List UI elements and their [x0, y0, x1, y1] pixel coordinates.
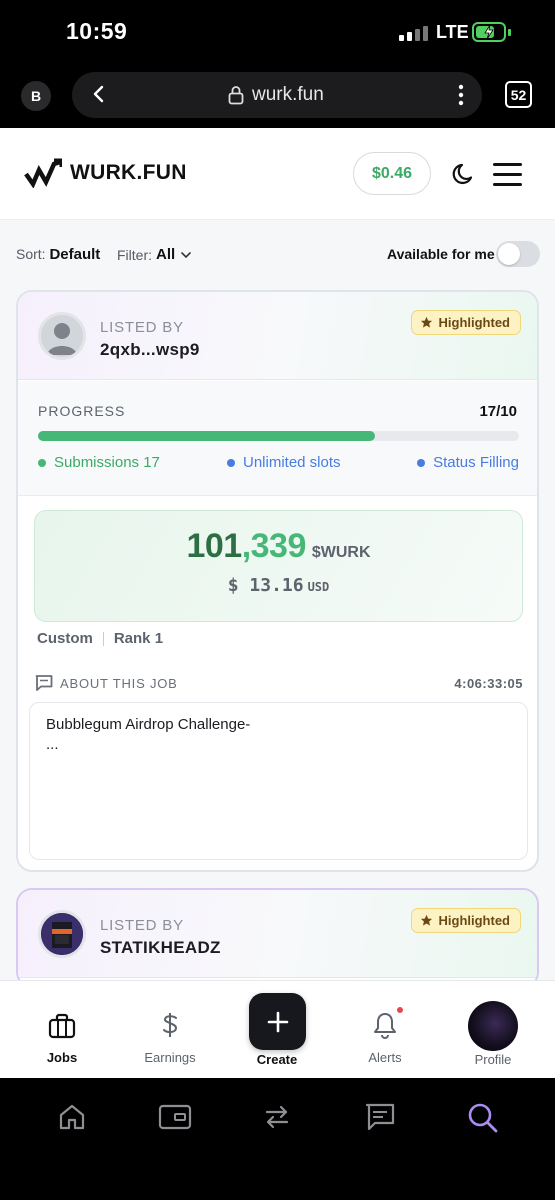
reward-usd: $ 13.16 USD: [227, 575, 330, 596]
nav-alerts-label: Alerts: [368, 1050, 402, 1065]
tabs-button[interactable]: 52: [505, 81, 532, 108]
nav-create-label: Create: [256, 1052, 298, 1067]
job-description: Bubblegum Airdrop Challenge- ...: [29, 702, 528, 860]
job-type-tag: Custom: [37, 630, 93, 647]
available-toggle[interactable]: [496, 241, 540, 267]
nav-profile[interactable]: Profile: [443, 981, 543, 1079]
job-tags: Custom Rank 1: [37, 630, 163, 647]
status-time: 10:59: [66, 18, 128, 44]
signal-icon: [399, 26, 428, 41]
reward-unit: $WURK: [311, 544, 371, 561]
avatar: [468, 1001, 518, 1051]
job-card[interactable]: LISTED BY STATIKHEADZ Highlighted: [16, 888, 539, 988]
logo-icon: [24, 158, 62, 188]
listed-by-label: LISTED BY: [100, 319, 184, 336]
nav-earnings[interactable]: Earnings: [120, 981, 220, 1079]
chevron-down-icon: [181, 251, 191, 258]
sort-value: Default: [49, 246, 101, 263]
network-type: LTE: [436, 22, 469, 42]
plus-icon: [267, 1011, 288, 1032]
rank-tag: Rank 1: [113, 630, 164, 647]
notification-dot: [396, 1006, 404, 1014]
address-bar[interactable]: wurk.fun: [72, 72, 482, 118]
nav-alerts[interactable]: Alerts: [335, 981, 435, 1079]
search-icon[interactable]: [467, 1102, 499, 1134]
status-bar: 10:59 LTE: [0, 0, 555, 64]
reward-amount: 101,339 $WURK: [35, 527, 522, 566]
bottom-nav: Jobs Earnings Create Alerts Profile: [0, 980, 555, 1078]
avatar[interactable]: [38, 312, 86, 360]
nav-jobs[interactable]: Jobs: [12, 981, 112, 1079]
browser-bar: B wurk.fun 52: [0, 64, 555, 128]
star-icon: [420, 316, 432, 328]
home-icon[interactable]: [57, 1102, 87, 1132]
filter-label: Filter:: [117, 246, 152, 263]
badge-label: Highlighted: [438, 315, 511, 330]
nav-jobs-label: Jobs: [46, 1050, 78, 1065]
progress-label: PROGRESS: [38, 403, 126, 419]
moon-icon[interactable]: [451, 161, 477, 187]
description-text: Bubblegum Airdrop Challenge- ...: [46, 716, 251, 753]
bell-icon: [374, 1013, 396, 1039]
dollar-icon: [163, 1013, 178, 1037]
browser-toolbar: [0, 1078, 555, 1200]
status-stat: Status Filling: [417, 454, 519, 471]
badge-label: Highlighted: [438, 913, 511, 928]
logo-text: WURK.FUN: [70, 161, 187, 184]
star-icon: [420, 914, 432, 926]
avatar[interactable]: [38, 910, 86, 958]
time-remaining: 4:06:33:05: [454, 676, 523, 691]
progress-count: 17/10: [479, 403, 517, 420]
about-title: ABOUT THIS JOB: [60, 676, 178, 691]
progress-bar: [38, 431, 519, 441]
highlighted-badge: Highlighted: [410, 310, 521, 335]
reward-box: 101,339 $WURK $ 13.16 USD: [34, 510, 523, 622]
back-icon[interactable]: [88, 83, 110, 105]
nav-earnings-label: Earnings: [144, 1050, 196, 1065]
site-logo[interactable]: WURK.FUN: [24, 158, 187, 188]
slots-stat: Unlimited slots: [227, 454, 341, 471]
filter-selector[interactable]: Filter: All: [117, 246, 193, 263]
lister-name[interactable]: 2qxb...wsp9: [100, 340, 200, 360]
message-icon[interactable]: [364, 1102, 396, 1132]
chat-icon: [35, 675, 53, 691]
lock-icon: [228, 86, 244, 105]
swap-icon[interactable]: [262, 1102, 292, 1132]
filter-row: Sort: Default Filter: All Available for …: [16, 236, 540, 272]
wallet-icon[interactable]: [158, 1102, 192, 1132]
job-card-header: LISTED BY STATIKHEADZ Highlighted: [18, 890, 537, 978]
menu-icon[interactable]: [493, 163, 522, 193]
highlighted-badge: Highlighted: [410, 908, 521, 933]
job-card[interactable]: LISTED BY 2qxb...wsp9 Highlighted PROGRE…: [16, 290, 539, 872]
site-header: WURK.FUN $0.46: [0, 128, 555, 220]
progress-section: PROGRESS 17/10 Submissions 17 Unlimited …: [18, 381, 537, 496]
briefcase-icon: [48, 1013, 76, 1039]
progress-fill: [38, 431, 375, 441]
nav-profile-label: Profile: [474, 1052, 512, 1067]
create-button[interactable]: [249, 993, 306, 1050]
filter-value: All: [156, 246, 176, 263]
reward-value: 101,339: [186, 527, 306, 565]
listed-by-label: LISTED BY: [100, 917, 184, 934]
submissions-stat: Submissions 17: [38, 454, 160, 471]
available-label: Available for me: [387, 246, 495, 262]
balance-button[interactable]: $0.46: [353, 152, 431, 195]
about-header: ABOUT THIS JOB 4:06:33:05: [34, 672, 523, 696]
job-card-header: LISTED BY 2qxb...wsp9 Highlighted: [18, 292, 537, 380]
browser-profile-button[interactable]: B: [21, 81, 51, 111]
url-text: wurk.fun: [252, 84, 324, 105]
sort-label: Sort:: [16, 246, 46, 262]
battery-icon: [472, 22, 506, 42]
lister-name[interactable]: STATIKHEADZ: [100, 938, 221, 958]
more-icon[interactable]: [458, 84, 464, 106]
sort-selector[interactable]: Sort: Default: [16, 246, 100, 263]
